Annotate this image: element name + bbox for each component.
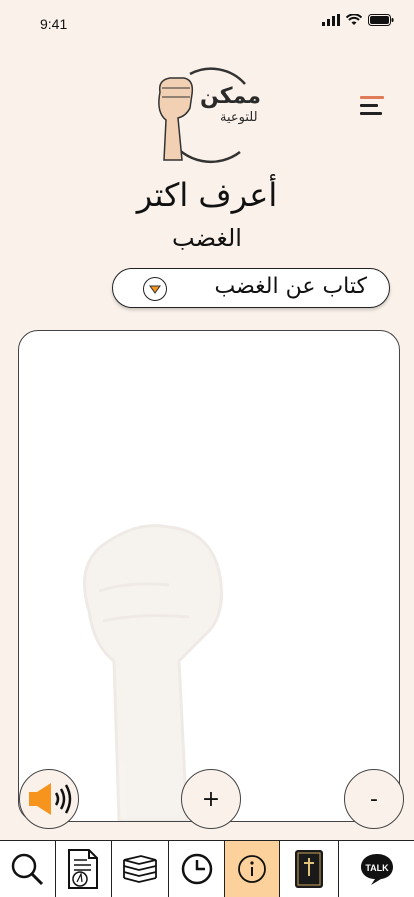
status-time: 9:41 [40, 16, 68, 32]
menu-line-icon [360, 104, 378, 107]
talk-icon: TALK [360, 854, 393, 885]
bottom-nav: TALK [0, 840, 414, 897]
page-title: أعرف اكتر [136, 176, 278, 214]
books-icon [122, 855, 157, 883]
zoom-in-button[interactable]: + [181, 769, 241, 829]
speaker-button[interactable] [19, 769, 79, 829]
status-bar: 9:41 [0, 0, 414, 44]
speaker-icon [29, 783, 72, 815]
tab-library[interactable] [111, 841, 169, 897]
holy-book-icon [295, 850, 324, 888]
clock-icon [181, 853, 212, 885]
menu-button[interactable] [356, 94, 384, 118]
tab-search[interactable] [0, 841, 56, 897]
search-icon [12, 853, 44, 886]
logo-subtext: للتوعية [220, 110, 258, 125]
logo-text: ممكن [200, 84, 262, 109]
status-icons [322, 14, 394, 26]
topic-dropdown[interactable]: كتاب عن الغضب [112, 268, 390, 308]
battery-icon [368, 14, 394, 26]
tab-info[interactable] [225, 841, 281, 897]
zoom-out-button[interactable]: - [344, 769, 404, 829]
talk-label: TALK [365, 863, 389, 873]
page-subtitle: الغضب [172, 224, 242, 252]
menu-line-icon [360, 96, 384, 99]
tab-holy-book[interactable] [280, 841, 340, 897]
wifi-icon [346, 14, 362, 25]
document-icon [68, 849, 99, 889]
chevron-down-icon [143, 277, 167, 301]
content-card [18, 330, 400, 822]
menu-line-icon [360, 112, 382, 115]
tab-talk[interactable]: TALK [339, 841, 414, 897]
dropdown-label: كتاب عن الغضب [214, 274, 368, 299]
tab-document[interactable] [55, 841, 112, 897]
info-icon [238, 855, 267, 883]
tab-history[interactable] [168, 841, 226, 897]
signal-icon [322, 14, 340, 26]
